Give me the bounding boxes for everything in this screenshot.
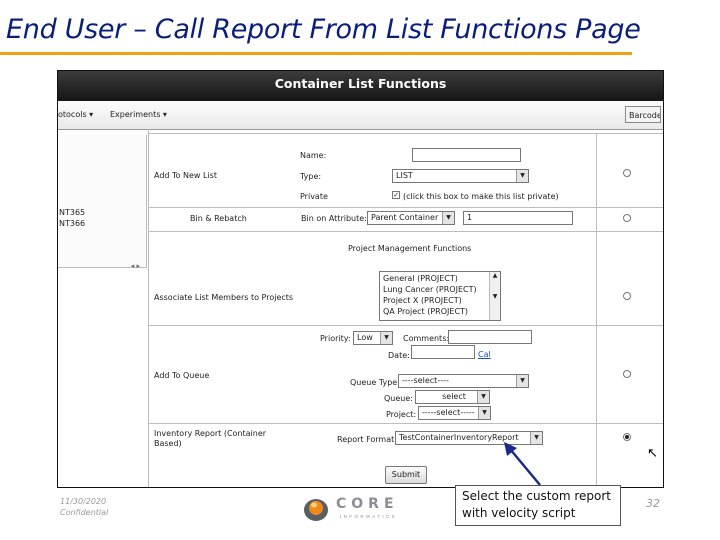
project-select[interactable]: -----select----- ▼ [418,406,491,420]
priority-select[interactable]: Low ▼ [353,331,393,345]
inventory-report-label: Inventory Report (Container [154,429,267,438]
priority-label: Priority: [320,334,351,343]
project-option[interactable]: Lung Cancer (PROJECT) [383,285,477,294]
row-divider [148,231,663,232]
private-hint: (click this box to make this list privat… [403,192,559,201]
bin-rebatch-label: Bin & Rebatch [190,214,247,223]
calendar-link[interactable]: Cal [478,350,491,359]
report-format-value: TestContainerInventoryReport [399,433,519,442]
bin-on-attribute-label: Bin on Attribute: [301,214,367,223]
callout-box: Select the custom report with velocity s… [455,485,621,526]
footer-confidential: Confidential [60,508,109,517]
chevron-down-icon: ▼ [477,391,489,403]
menu-experiments[interactable]: Experiments ▾ [110,110,167,119]
project-option[interactable]: Project X (PROJECT) [383,296,462,305]
project-value: -----select----- [422,408,475,417]
inventory-report-radio[interactable] [623,433,631,441]
left-panel-item[interactable]: NT365 [59,208,85,217]
project-label: Project: [386,410,417,419]
list-name-input[interactable] [412,148,521,162]
bin-attribute-select[interactable]: Parent Container ▼ [367,211,455,225]
project-option[interactable]: General (PROJECT) [383,274,458,283]
private-label: Private [300,192,328,201]
column-divider [596,133,597,487]
queue-type-select[interactable]: ----select---- ▼ [398,374,529,388]
queue-value: select [442,392,466,401]
report-format-select[interactable]: TestContainerInventoryReport ▼ [395,431,543,445]
project-option[interactable]: QA Project (PROJECT) [383,307,468,316]
chevron-down-icon: ▼ [516,375,528,387]
private-checkbox[interactable]: ✓ [392,191,400,199]
bin-attribute-value: Parent Container [371,213,439,222]
left-panel-item[interactable]: NT366 [59,219,85,228]
associate-projects-label: Associate List Members to Projects [154,293,294,302]
footer-date-text: 11/30/2020 [60,497,107,506]
row-divider [148,423,663,424]
projects-listbox[interactable]: General (PROJECT) Lung Cancer (PROJECT) … [379,271,501,321]
report-format-label: Report Format: [337,435,397,444]
logo-mark-icon [304,499,328,521]
chevron-down-icon: ▼ [380,332,392,344]
add-to-queue-label: Add To Queue [154,371,210,380]
queue-label: Queue: [384,394,413,403]
mouse-cursor-icon: ↖ [647,446,658,461]
slide-title: End User – Call Report From List Functio… [6,14,641,45]
logo-word: CORE [336,496,399,512]
footer-date: 11/30/2020 Confidential [60,496,108,518]
chevron-down-icon: ▼ [516,170,528,182]
priority-value: Low [357,333,373,342]
barcode-button[interactable]: Barcode [625,106,661,123]
section-header: Project Management Functions [348,244,472,253]
row-divider [148,325,663,326]
row-divider [148,207,663,208]
inventory-report-label-line2: Based) [154,439,182,448]
logo-subtitle: INFORMATICS [340,514,398,519]
queue-type-value: ----select---- [402,376,449,385]
queue-select[interactable]: select ▼ [415,390,490,404]
add-to-new-list-label: Add To New List [154,171,217,180]
scroll-arrows-icon[interactable]: ◂ ▸ [131,262,140,270]
listbox-scrollbar[interactable]: ▲ ▼ [489,272,500,320]
queue-type-label: Queue Type: [350,378,400,387]
title-underline [0,52,632,55]
row-divider [148,133,663,134]
menu-bar: otocols ▾ Experiments ▾ Barcode [58,101,663,130]
left-panel: NT365 NT366 ◂ ▸ [58,135,147,270]
add-to-queue-radio[interactable] [623,370,631,378]
core-informatics-logo: CORE INFORMATICS [302,495,424,523]
date-input[interactable] [411,345,475,359]
chevron-down-icon: ▼ [530,432,542,444]
chevron-down-icon: ▼ [442,212,454,224]
app-screenshot: Container List Functions otocols ▾ Exper… [57,70,664,488]
comments-input[interactable] [448,330,532,344]
type-label: Type: [300,172,322,181]
bin-count-input[interactable]: 1 [463,211,573,225]
list-type-select[interactable]: LIST ▼ [392,169,529,183]
associate-projects-radio[interactable] [623,292,631,300]
date-label: Date: [388,351,410,360]
comments-label: Comments: [403,334,450,343]
list-type-value: LIST [396,171,413,180]
page-header: Container List Functions [58,71,663,101]
page-number: 32 [646,497,660,510]
name-label: Name: [300,151,327,160]
chevron-down-icon: ▼ [478,407,490,419]
submit-button[interactable]: Submit [385,466,427,484]
add-to-new-list-radio[interactable] [623,169,631,177]
menu-protocols[interactable]: otocols ▾ [58,110,93,119]
bin-rebatch-radio[interactable] [623,214,631,222]
